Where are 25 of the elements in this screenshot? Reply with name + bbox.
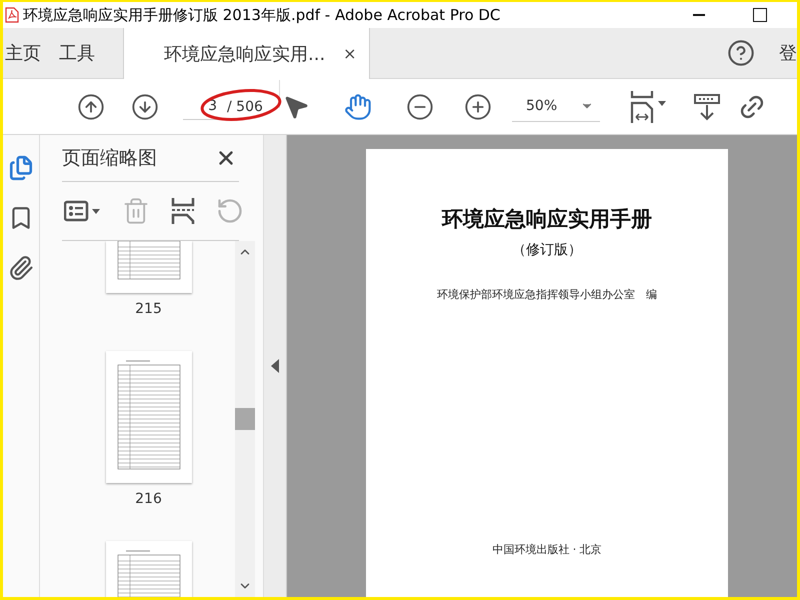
zoom-dropdown[interactable]: 50% — [512, 92, 600, 122]
collapse-arrow-icon — [271, 359, 279, 373]
panel-title: 页面缩略图 — [62, 146, 157, 171]
page-thumbnail[interactable] — [106, 541, 192, 597]
page-thumbnail[interactable] — [106, 351, 192, 483]
page-number-label: 215 — [135, 301, 162, 317]
scrollbar-thumb[interactable] — [235, 408, 255, 430]
pages-icon[interactable] — [8, 155, 34, 181]
nav-tab[interactable]: 工具 — [57, 28, 111, 78]
maximize-icon[interactable] — [753, 8, 767, 22]
page-number-label: 216 — [135, 491, 162, 507]
sign-in-link[interactable]: 登 — [779, 41, 797, 65]
document-title: 环境应急响应实用手册 — [442, 205, 652, 233]
panel-collapse-handle[interactable] — [264, 135, 287, 597]
window-title: 环境应急响应实用手册修订版 2013年版.pdf - Adobe Acrobat Pro DC — [23, 6, 502, 24]
tab-close-button[interactable]: × — [343, 44, 357, 63]
document-publisher: 中国环境出版社 · 北京 — [492, 542, 602, 557]
page-total: / 506 — [227, 98, 263, 114]
document-subtitle: （修订版） — [512, 241, 582, 259]
scrollbar[interactable] — [235, 241, 255, 597]
nav-tab[interactable]: 主页 — [3, 28, 57, 78]
page-thumbnail[interactable] — [106, 241, 192, 293]
document-editor: 环境保护部环境应急指挥领导小组办公室 编 — [437, 287, 657, 302]
paperclip-icon[interactable] — [8, 255, 34, 281]
nav-tab[interactable]: 环境应急响应实用... × — [123, 28, 370, 79]
